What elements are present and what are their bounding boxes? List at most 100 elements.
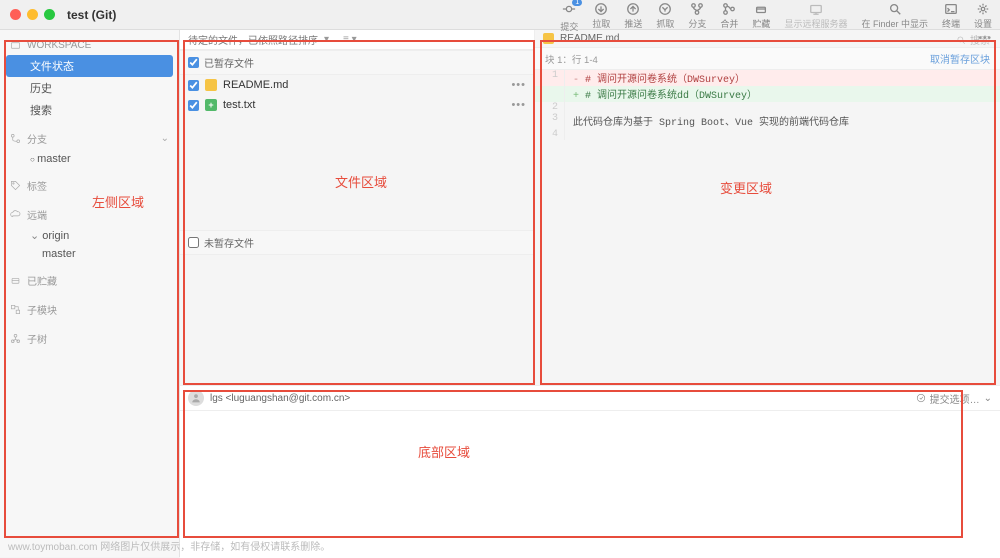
line-content xyxy=(565,129,1000,140)
commit-message-input[interactable] xyxy=(180,411,1000,558)
file-checkbox[interactable] xyxy=(188,80,199,91)
stash-button[interactable]: 贮藏 xyxy=(752,2,770,30)
commit-button[interactable]: 提交 xyxy=(560,2,578,33)
diff-tab-menu[interactable]: ••• xyxy=(978,33,992,44)
line-content: # 调问开源问卷系统（DWSurvey） xyxy=(565,70,1000,86)
file-checkbox[interactable] xyxy=(188,100,199,111)
remote-label: 显示远程服务器 xyxy=(784,17,847,30)
branch-icon xyxy=(690,2,704,16)
diff-lines: 1# 调问开源问卷系统（DWSurvey） # 调问开源问卷系统dd（DWSur… xyxy=(535,70,1000,140)
finder-label: 在 Finder 中显示 xyxy=(861,17,928,30)
remote-section-label: 远端 xyxy=(27,207,47,222)
commit-options-button[interactable]: 提交选项… ⌄ xyxy=(916,391,992,406)
submod-label: 子模块 xyxy=(27,302,57,317)
hunk-label: 块 1：行 1-4 xyxy=(545,52,598,66)
tag-header[interactable]: 标签 xyxy=(0,174,179,197)
branch-header[interactable]: 分支 ⌄ xyxy=(0,127,179,150)
merge-icon xyxy=(722,2,736,16)
sidebar-item-filestatus[interactable]: 文件状态 xyxy=(6,55,173,77)
minimize-icon[interactable] xyxy=(27,9,38,20)
finder-button[interactable]: 在 Finder 中显示 xyxy=(861,2,928,30)
terminal-button[interactable]: 终端 xyxy=(942,2,960,30)
file-pane: 待定的文件，已依照路径排序 ▾ ≡ ▾ 已暂存文件 README.md ••• xyxy=(180,30,535,385)
sortbar[interactable]: 待定的文件，已依照路径排序 ▾ ≡ ▾ xyxy=(180,30,534,50)
diff-tab-label: README.md xyxy=(560,33,619,44)
window-title: test (Git) xyxy=(67,8,116,22)
added-icon xyxy=(205,99,217,111)
stashed-header[interactable]: 已贮藏 xyxy=(0,269,179,292)
sidebar-item-history[interactable]: 历史 xyxy=(0,77,179,99)
gutter xyxy=(535,86,565,102)
branch-button[interactable]: 分支 xyxy=(688,2,706,30)
close-icon[interactable] xyxy=(10,9,21,20)
workspace-label: WORKSPACE xyxy=(27,40,91,51)
cloud-icon xyxy=(10,209,21,220)
modified-icon xyxy=(543,33,554,44)
settings-button[interactable]: 设置 xyxy=(974,2,992,30)
terminal-label: 终端 xyxy=(942,17,960,30)
sidebar-branch-master[interactable]: master xyxy=(0,150,179,168)
tag-label: 标签 xyxy=(27,178,47,193)
stash-label: 贮藏 xyxy=(752,17,770,30)
file-row[interactable]: README.md ••• xyxy=(180,75,534,95)
stash-icon xyxy=(754,2,768,16)
commit-badge-icon xyxy=(562,2,576,19)
commit-author: lgs <luguangshan@git.com.cn> xyxy=(210,393,350,404)
stashed-label: 已贮藏 xyxy=(27,273,57,288)
gutter: 3 xyxy=(535,113,565,129)
merge-button[interactable]: 合并 xyxy=(720,2,738,30)
file-row[interactable]: test.txt ••• xyxy=(180,95,534,115)
subtree-label: 子树 xyxy=(27,331,47,346)
pull-button[interactable]: 拉取 xyxy=(592,2,610,30)
file-menu-button[interactable]: ••• xyxy=(511,99,526,111)
origin-label: origin xyxy=(42,230,69,242)
pull-icon xyxy=(594,2,608,16)
maximize-icon[interactable] xyxy=(44,9,55,20)
fetch-button[interactable]: 抓取 xyxy=(656,2,674,30)
unstage-hunk-button[interactable]: 取消暂存区块 xyxy=(930,51,990,66)
staged-header: 已暂存文件 xyxy=(180,50,534,75)
sidebar-remote-origin[interactable]: ⌄ origin xyxy=(0,226,179,245)
commit-header: lgs <luguangshan@git.com.cn> 提交选项… ⌄ xyxy=(180,386,1000,411)
pull-label: 拉取 xyxy=(592,17,610,30)
chevron-down-icon: ⌄ xyxy=(161,133,169,144)
unstaged-checkbox[interactable] xyxy=(188,237,199,248)
submod-header[interactable]: 子模块 xyxy=(0,298,179,321)
workspace-header[interactable]: WORKSPACE xyxy=(0,36,179,55)
workspace-icon xyxy=(10,40,21,51)
branch-section-label: 分支 xyxy=(27,131,47,146)
line-content xyxy=(565,102,1000,113)
gear-icon xyxy=(976,2,990,16)
hunk-header: 块 1：行 1-4 取消暂存区块 xyxy=(535,48,1000,70)
file-menu-button[interactable]: ••• xyxy=(511,79,526,91)
terminal-icon xyxy=(944,2,958,16)
finder-icon xyxy=(888,2,902,16)
staged-label: 已暂存文件 xyxy=(204,55,254,70)
options-icon xyxy=(916,393,926,403)
stash-section-icon xyxy=(10,275,21,286)
diff-line-del[interactable]: 1# 调问开源问卷系统（DWSurvey） xyxy=(535,70,1000,86)
sidebar-remote-master[interactable]: master xyxy=(0,245,179,263)
push-icon xyxy=(626,2,640,16)
commit-area: lgs <luguangshan@git.com.cn> 提交选项… ⌄ xyxy=(180,385,1000,557)
sidebar-item-search[interactable]: 搜索 xyxy=(0,99,179,121)
diff-line-ctx: 4 xyxy=(535,129,1000,140)
submod-icon xyxy=(10,304,21,315)
staged-checkbox[interactable] xyxy=(188,57,199,68)
chevron-down-icon: ⌄ xyxy=(984,393,992,404)
file-name: README.md xyxy=(223,79,288,91)
remote-server-button[interactable]: 显示远程服务器 xyxy=(784,2,847,30)
sidebar: WORKSPACE 文件状态 历史 搜索 分支 ⌄ master 标签 远端 ⌄… xyxy=(0,30,180,557)
traffic-lights xyxy=(10,9,55,20)
subtree-header[interactable]: 子树 xyxy=(0,327,179,350)
sort-menu-button[interactable]: ≡ ▾ xyxy=(343,34,357,45)
unstaged-header: 未暂存文件 xyxy=(180,230,534,255)
commit-options-label: 提交选项… xyxy=(930,391,980,406)
diff-line-ctx: 3此代码仓库为基于 Spring Boot、Vue 实现的前端代码仓库 xyxy=(535,113,1000,129)
line-content: 此代码仓库为基于 Spring Boot、Vue 实现的前端代码仓库 xyxy=(565,113,1000,129)
diff-line-add[interactable]: # 调问开源问卷系统dd（DWSurvey） xyxy=(535,86,1000,102)
remote-header[interactable]: 远端 xyxy=(0,203,179,226)
content: 待定的文件，已依照路径排序 ▾ ≡ ▾ 已暂存文件 README.md ••• xyxy=(180,30,1000,557)
push-button[interactable]: 推送 xyxy=(624,2,642,30)
file-name: test.txt xyxy=(223,99,255,111)
